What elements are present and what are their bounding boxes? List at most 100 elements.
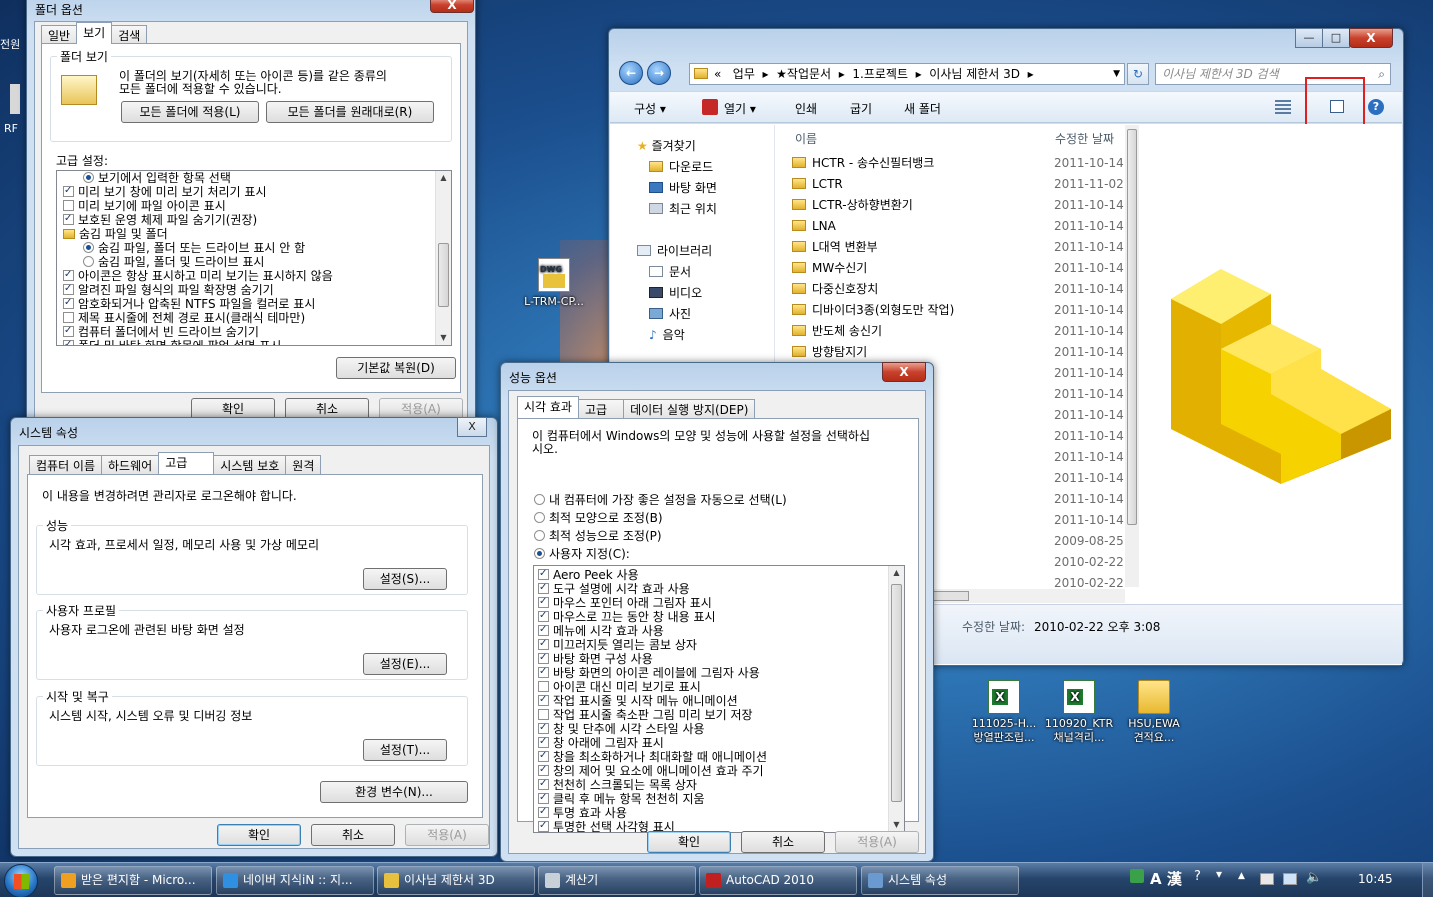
scrollbar-thumb[interactable] <box>891 584 902 802</box>
list-item[interactable]: 숨김 파일, 폴더 또는 드라이브 표시 안 함 <box>61 241 433 255</box>
checkbox[interactable] <box>538 637 549 651</box>
file-row[interactable]: L대역 변환부 2011-10-14 <box>792 237 1124 258</box>
list-item[interactable]: 알려진 파일 형식의 파일 확장명 숨기기 <box>61 282 433 297</box>
list-scrollbar[interactable]: ▲ ▼ <box>435 171 451 345</box>
checkbox[interactable] <box>538 681 549 692</box>
file-row[interactable]: 반도체 송신기 2011-10-14 <box>792 321 1124 342</box>
checkbox[interactable] <box>538 693 549 707</box>
file-row[interactable]: 디바이더3종(외형도만 작업) 2011-10-14 <box>792 300 1124 321</box>
tab-dep[interactable]: 데이터 실행 방지(DEP) <box>623 399 756 418</box>
scroll-up-icon[interactable]: ▲ <box>436 171 451 185</box>
tab-remote[interactable]: 원격 <box>285 455 322 474</box>
list-item[interactable]: 보호된 운영 체제 파일 숨기기(권장) <box>61 212 433 227</box>
preset-radio[interactable]: 내 컴퓨터에 가장 좋은 설정을 자동으로 선택(L) <box>534 491 787 508</box>
file-row[interactable]: LCTR 2011-11-02 <box>792 174 1124 195</box>
list-item[interactable]: 작업 표시줄 및 시작 메뉴 애니메이션 <box>538 693 886 708</box>
breadcrumb-item[interactable]: 1.프로젝트 <box>852 67 908 81</box>
tab-computer-name[interactable]: 컴퓨터 이름 <box>29 455 103 474</box>
breadcrumb-overflow[interactable]: « <box>714 67 721 81</box>
column-header-name[interactable]: 이름 <box>795 130 817 147</box>
checkbox[interactable] <box>63 184 74 198</box>
checkbox[interactable] <box>63 296 74 310</box>
address-bar[interactable]: « 업무 ▸ ★작업문서 ▸ 1.프로젝트 ▸ 이사님 제한서 3D ▸ ▼ <box>689 63 1125 85</box>
checkbox[interactable] <box>63 212 74 226</box>
file-row[interactable]: 다중신호장치 2011-10-14 <box>792 279 1124 300</box>
checkbox[interactable] <box>538 805 549 819</box>
list-item[interactable]: 창의 제어 및 요소에 애니메이션 효과 주기 <box>538 763 886 778</box>
apply-to-folders-button[interactable]: 모든 폴더에 적용(L) <box>121 101 259 123</box>
tab-advanced[interactable]: 고급 <box>577 399 625 418</box>
list-item[interactable]: 암호화되거나 압축된 NTFS 파일을 컬러로 표시 <box>61 296 433 311</box>
maximize-button[interactable]: □ <box>1322 28 1350 48</box>
list-item[interactable]: 마우스로 끄는 동안 창 내용 표시 <box>538 609 886 624</box>
checkbox[interactable] <box>538 763 549 777</box>
list-item[interactable]: 제목 표시줄에 전체 경로 표시(클래식 테마만) <box>61 311 433 325</box>
favorites-node[interactable]: ★ 즐겨찾기 <box>637 137 696 154</box>
file-row[interactable]: LCTR-상하향변환기 2011-10-14 <box>792 195 1124 216</box>
nav-item-music[interactable]: ♪ 음악 <box>649 326 685 343</box>
close-button[interactable]: X <box>1349 28 1393 48</box>
nav-item-recent[interactable]: 최근 위치 <box>649 200 717 217</box>
preset-radio[interactable]: 최적 성능으로 조정(P) <box>534 527 662 544</box>
taskbar-button[interactable]: 받은 편지함 - Micro... <box>54 866 212 895</box>
checkbox[interactable] <box>63 282 74 296</box>
chevron-down-icon[interactable]: ▼ <box>1113 64 1120 84</box>
scroll-up-icon[interactable]: ▲ <box>889 566 904 580</box>
checkbox[interactable] <box>538 735 549 749</box>
clock[interactable]: 10:45 <box>1358 872 1393 886</box>
libraries-node[interactable]: 라이브러리 <box>637 242 712 259</box>
nav-item-videos[interactable]: 비디오 <box>649 284 702 301</box>
ime-indicator[interactable]: A 漢 <box>1150 868 1182 889</box>
advanced-settings-list[interactable]: ▲ ▼ 보기에서 입력한 항목 선택미리 보기 창에 미리 보기 처리기 표시미… <box>56 170 452 346</box>
radio-button[interactable] <box>83 172 94 183</box>
help-icon[interactable]: ? <box>1368 99 1384 115</box>
list-item[interactable]: 폴더 및 바탕 화면 항목에 팝업 설명 표시 <box>61 338 433 345</box>
checkbox[interactable] <box>538 567 549 581</box>
list-item[interactable]: 천천히 스크롤되는 목록 상자 <box>538 777 886 792</box>
checkbox[interactable] <box>63 200 74 211</box>
list-item[interactable]: 투명 효과 사용 <box>538 805 886 820</box>
help-icon[interactable]: ? <box>1194 869 1201 884</box>
list-item[interactable]: Aero Peek 사용 <box>538 567 886 582</box>
cancel-button[interactable]: 취소 <box>741 831 825 853</box>
preset-radio[interactable]: 최적 모양으로 조정(B) <box>534 509 663 526</box>
profile-settings-button[interactable]: 설정(E)... <box>363 653 447 675</box>
startup-settings-button[interactable]: 설정(T)... <box>363 739 447 761</box>
list-item[interactable]: 미리 보기 창에 미리 보기 처리기 표시 <box>61 184 433 199</box>
checkbox[interactable] <box>63 312 74 323</box>
breadcrumb-item[interactable]: 이사님 제한서 3D <box>929 67 1020 81</box>
visual-effects-list[interactable]: ▲ ▼ Aero Peek 사용도구 설명에 시각 효과 사용마우스 포인터 아… <box>533 565 905 833</box>
radio-button[interactable] <box>534 512 545 523</box>
tab-hardware[interactable]: 하드웨어 <box>101 455 160 474</box>
apply-button[interactable]: 적용(A) <box>405 824 489 846</box>
file-row[interactable]: 방향탐지기 2011-10-14 <box>792 342 1124 363</box>
list-item[interactable]: 숨김 파일 및 폴더 <box>61 227 433 241</box>
back-arrow-icon[interactable]: ← <box>619 61 643 85</box>
tab-general[interactable]: 일반 <box>41 25 78 44</box>
list-item[interactable]: 창을 최소화하거나 최대화할 때 애니메이션 <box>538 749 886 764</box>
show-hidden-icons[interactable]: ▲ <box>1238 871 1245 881</box>
list-item[interactable]: 클릭 후 메뉴 항목 천천히 지움 <box>538 791 886 806</box>
list-item[interactable]: 보기에서 입력한 항목 선택 <box>61 171 433 185</box>
open-menu[interactable]: 열기 ▾ <box>724 100 756 117</box>
taskbar-button[interactable]: 계산기 <box>538 866 696 895</box>
cancel-button[interactable]: 취소 <box>311 824 395 846</box>
environment-variables-button[interactable]: 환경 변수(N)... <box>320 781 468 803</box>
list-item[interactable]: 작업 표시줄 축소판 그림 미리 보기 저장 <box>538 708 886 722</box>
desktop-edge-icon[interactable] <box>10 84 20 114</box>
radio-button[interactable] <box>534 548 545 559</box>
action-center-icon[interactable] <box>1260 873 1274 885</box>
file-row[interactable]: LNA 2011-10-14 <box>792 216 1124 237</box>
list-item[interactable]: 창 및 단추에 시각 스타일 사용 <box>538 721 886 736</box>
preset-radio[interactable]: 사용자 지정(C): <box>534 545 630 562</box>
tab-visual-effects[interactable]: 시각 효과 <box>517 396 579 418</box>
performance-settings-button[interactable]: 설정(S)... <box>363 568 447 590</box>
checkbox[interactable] <box>538 595 549 609</box>
list-item[interactable]: 미리 보기에 파일 아이콘 표시 <box>61 199 433 213</box>
list-item[interactable]: 컴퓨터 폴더에서 빈 드라이브 숨기기 <box>61 324 433 339</box>
close-button[interactable]: X <box>430 0 474 13</box>
scroll-down-icon[interactable]: ▼ <box>889 818 904 832</box>
taskbar-button[interactable]: AutoCAD 2010 <box>699 866 857 895</box>
list-item[interactable]: 숨김 파일, 폴더 및 드라이브 표시 <box>61 255 433 269</box>
ok-button[interactable]: 확인 <box>217 824 301 846</box>
